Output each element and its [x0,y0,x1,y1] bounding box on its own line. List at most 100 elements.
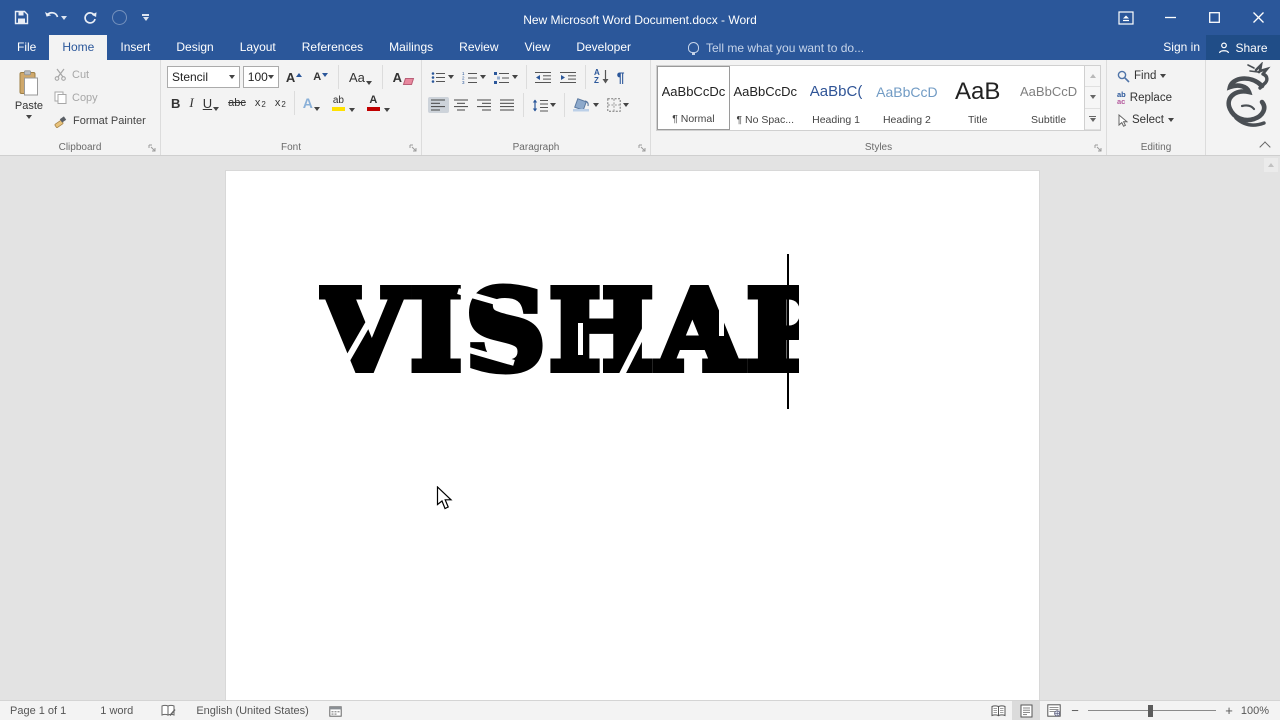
font-size-dropdown-icon[interactable] [268,75,274,79]
tell-me-box[interactable]: Tell me what you want to do... [688,35,864,60]
sign-in-link[interactable]: Sign in [1163,40,1200,54]
tab-review[interactable]: Review [446,35,511,60]
strikethrough-button[interactable]: abc [224,95,250,111]
line-spacing-button[interactable] [529,97,559,114]
shrink-font-button[interactable]: A [309,69,332,85]
zoom-in-button[interactable]: + [1222,703,1236,718]
save-icon[interactable] [14,10,29,25]
tab-design[interactable]: Design [163,35,226,60]
font-name-dropdown-icon[interactable] [229,75,235,79]
underline-button[interactable]: U [199,94,223,113]
style-normal[interactable]: AaBbCcDc ¶ Normal [657,66,730,130]
paste-dropdown-icon[interactable] [26,115,32,119]
multilevel-list-button[interactable] [491,69,521,86]
styles-scroll-up-button[interactable] [1085,66,1100,87]
ribbon-display-options-button[interactable] [1104,0,1148,35]
style-title[interactable]: AaB Title [942,66,1013,130]
styles-scroll-down-button[interactable] [1085,87,1100,108]
italic-button[interactable]: I [185,93,197,113]
numbering-button[interactable]: 123 [459,69,489,86]
paste-button[interactable]: Paste [8,66,50,144]
select-button[interactable]: Select [1117,109,1205,131]
tab-mailings[interactable]: Mailings [376,35,446,60]
undo-button[interactable] [44,11,67,25]
customize-qat-button[interactable] [142,14,149,21]
zoom-slider[interactable] [1088,701,1216,720]
page-indicator[interactable]: Page 1 of 1 [0,701,76,720]
scrollbar-up-button[interactable] [1264,158,1278,172]
zoom-out-button[interactable]: − [1068,703,1082,718]
justify-button[interactable] [497,97,518,113]
macro-record-button[interactable] [319,701,352,720]
highlight-dropdown-icon[interactable] [349,108,355,112]
zoom-level[interactable]: 100% [1236,705,1280,717]
tab-home[interactable]: Home [49,35,107,60]
style-heading1[interactable]: AaBbC( Heading 1 [801,66,872,130]
minimize-button[interactable] [1148,0,1192,35]
style-heading2[interactable]: AaBbCcD Heading 2 [871,66,942,130]
maximize-button[interactable] [1192,0,1236,35]
touch-mode-icon[interactable] [112,10,127,25]
proofing-status[interactable] [151,701,186,720]
clipboard-dialog-launcher[interactable] [148,144,156,152]
borders-button[interactable] [604,96,632,114]
find-button[interactable]: Find [1117,65,1205,87]
redo-button[interactable] [82,10,97,25]
clear-formatting-button[interactable]: A [389,68,417,87]
print-layout-button[interactable] [1012,701,1040,720]
web-layout-button[interactable] [1040,701,1068,720]
paragraph-dialog-launcher[interactable] [638,144,646,152]
document-page[interactable]: VISHAP [225,170,1040,700]
format-painter-button[interactable]: Format Painter [54,114,146,128]
tab-references[interactable]: References [289,35,376,60]
read-mode-button[interactable] [984,701,1012,720]
share-button[interactable]: Share [1206,35,1280,60]
tab-layout[interactable]: Layout [227,35,289,60]
zoom-slider-thumb[interactable] [1148,705,1153,717]
grow-font-button[interactable]: A [282,68,306,87]
undo-dropdown-icon[interactable] [61,16,67,20]
font-color-button[interactable]: A [360,92,394,114]
tab-view[interactable]: View [512,35,564,60]
shading-button[interactable] [570,96,602,114]
style-no-spacing[interactable]: AaBbCcDc ¶ No Spac... [730,66,801,130]
increase-indent-button[interactable] [557,69,580,86]
close-button[interactable] [1236,0,1280,35]
text-effects-button[interactable]: A [299,93,324,113]
subscript-button[interactable]: x2 [251,95,270,111]
decrease-indent-button[interactable] [532,69,555,86]
highlight-button[interactable]: ab [325,93,359,114]
cut-button[interactable]: Cut [54,68,89,81]
numbering-dropdown-icon[interactable] [480,75,486,79]
font-color-dropdown-icon[interactable] [384,108,390,112]
change-case-button[interactable]: Aa [345,68,376,87]
replace-button[interactable]: ab ac Replace [1117,87,1205,109]
font-size-combo[interactable]: 100 [243,66,279,88]
bullets-dropdown-icon[interactable] [448,75,454,79]
collapse-ribbon-button[interactable] [1261,140,1270,149]
tab-insert[interactable]: Insert [107,35,163,60]
style-subtitle[interactable]: AaBbCcD Subtitle [1013,66,1084,130]
sort-button[interactable]: A Z [591,67,612,87]
bullets-button[interactable] [428,69,457,86]
align-center-button[interactable] [451,97,472,113]
word-count[interactable]: 1 word [90,701,143,720]
show-hide-pilcrow-button[interactable]: ¶ [614,67,628,87]
line-spacing-dropdown-icon[interactable] [550,103,556,107]
tab-file[interactable]: File [4,35,49,60]
styles-dialog-launcher[interactable] [1094,144,1102,152]
copy-button[interactable]: Copy [54,91,98,104]
align-right-button[interactable] [474,97,495,113]
tab-developer[interactable]: Developer [563,35,644,60]
font-dialog-launcher[interactable] [409,144,417,152]
borders-dropdown-icon[interactable] [623,103,629,107]
find-dropdown-icon[interactable] [1160,74,1166,78]
underline-dropdown-icon[interactable] [213,107,219,111]
styles-gallery-more-button[interactable] [1085,109,1100,130]
multilevel-dropdown-icon[interactable] [512,75,518,79]
select-dropdown-icon[interactable] [1168,118,1174,122]
bold-button[interactable]: B [167,94,184,113]
language-indicator[interactable]: English (United States) [186,701,319,720]
superscript-button[interactable]: x2 [271,95,290,111]
font-name-combo[interactable]: Stencil [167,66,240,88]
